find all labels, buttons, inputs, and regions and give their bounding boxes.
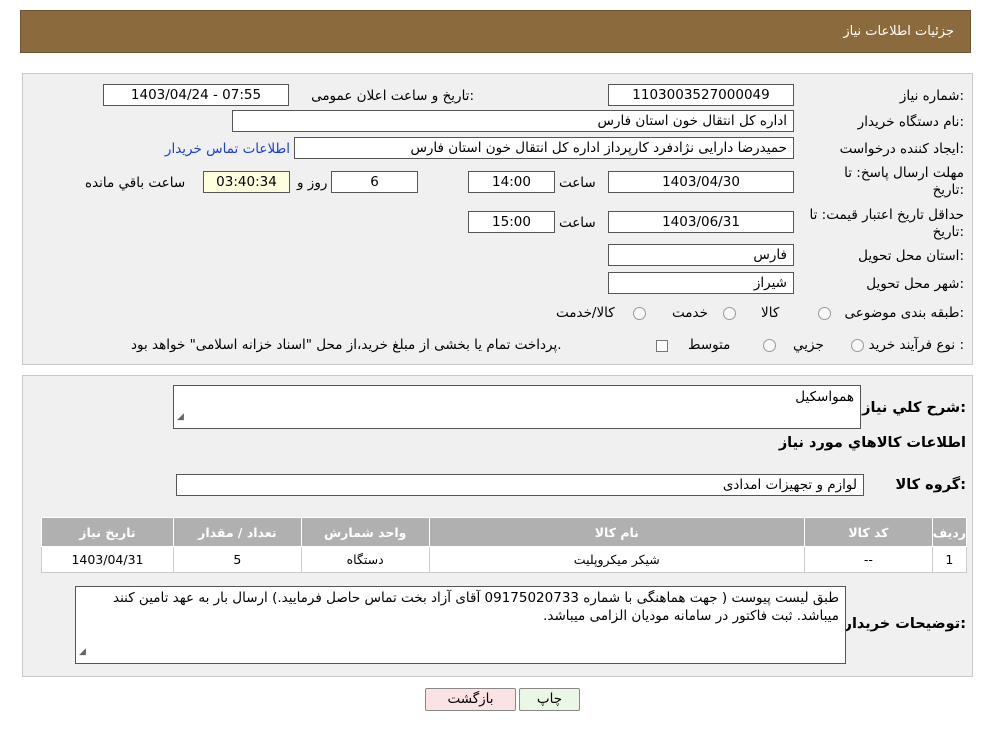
page-header: جزئیات اطلاعات نیاز — [20, 10, 971, 53]
remaining-label: ساعت باقي مانده — [85, 175, 186, 191]
col-code: کد کالا — [804, 517, 933, 547]
deadline-time-field: 14:00 — [468, 171, 555, 193]
col-date: تاریخ نیاز — [41, 517, 174, 547]
category-option-goods: کالا — [761, 305, 780, 321]
summary-field: همواسکیل ◢ — [173, 385, 861, 429]
validity-time-field: 15:00 — [468, 211, 555, 233]
items-table-header: رديف کد کالا نام کالا واحد شمارش تعداد /… — [41, 517, 968, 547]
cell-unit: دستگاه — [300, 546, 430, 573]
announce-field: 1403/04/24 - 07:55 — [103, 84, 289, 106]
cell-name: شیکر میکروپلیت — [428, 546, 806, 573]
deadline-date-field: 1403/04/30 — [608, 171, 794, 193]
buyer-field: اداره کل انتقال خون استان فارس — [232, 110, 794, 132]
announce-label: تاریخ و ساعت اعلان عمومی: — [311, 88, 474, 104]
summary-value: همواسکیل — [795, 389, 854, 405]
group-label: گروه کالا: — [895, 477, 966, 493]
category-option-both: کالا/خدمت — [556, 305, 615, 321]
page-title: جزئیات اطلاعات نیاز — [843, 24, 954, 39]
validity-label: حداقل تاریخ اعتبار قیمت: تا — [809, 207, 964, 223]
need-number-field: 1103003527000049 — [608, 84, 794, 106]
process-note: پرداخت تمام یا بخشی از مبلغ خرید،از محل … — [131, 337, 562, 353]
cell-date: 1403/04/31 — [41, 546, 174, 573]
col-qty: تعداد / مقدار — [172, 517, 302, 547]
category-label: طبقه بندی موضوعی: — [844, 305, 964, 321]
need-details-panel: شرح کلي نياز: همواسکیل ◢ اطلاعات کالاهاي… — [22, 375, 973, 677]
print-button[interactable]: چاپ — [519, 688, 580, 711]
validity-time-label: ساعت — [559, 215, 596, 231]
days-field: 6 — [331, 171, 418, 193]
city-field: شیراز — [608, 272, 794, 294]
province-field: فارس — [608, 244, 794, 266]
process-radio-medium[interactable] — [763, 339, 776, 352]
buyer-notes-field: طبق لیست پیوست ( جهت هماهنگی با شماره 09… — [75, 586, 846, 664]
creator-field: حمیدرضا دارایی نژادفرد کارپرداز اداره کل… — [294, 137, 794, 159]
creator-label: ایجاد کننده درخواست: — [839, 141, 964, 157]
buyer-notes-value: طبق لیست پیوست ( جهت هماهنگی با شماره 09… — [112, 590, 839, 624]
days-label: روز و — [297, 175, 328, 191]
validity-date-field: 1403/06/31 — [608, 211, 794, 233]
category-radio-goods[interactable] — [818, 307, 831, 320]
process-option-minor: جزیي — [793, 337, 824, 353]
items-title: اطلاعات کالاهاي مورد نياز — [778, 435, 966, 451]
col-name: نام کالا — [428, 517, 806, 547]
resize-grip-icon[interactable]: ◢ — [79, 643, 86, 661]
category-option-service: خدمت — [672, 305, 708, 321]
buyer-notes-label: توضیحات خریدار: — [843, 616, 966, 632]
need-info-panel: شماره نیاز: 1103003527000049 تاریخ و ساع… — [22, 73, 973, 365]
cell-code: -- — [804, 546, 933, 573]
col-unit: واحد شمارش — [300, 517, 430, 547]
category-radio-service[interactable] — [723, 307, 736, 320]
resize-grip-icon[interactable]: ◢ — [177, 408, 184, 426]
process-radio-minor[interactable] — [851, 339, 864, 352]
table-row: 1 -- شیکر میکروپلیت دستگاه 5 1403/04/31 — [41, 546, 968, 573]
cell-qty: 5 — [172, 546, 302, 573]
validity-label-2: تاریخ: — [932, 224, 964, 240]
deadline-label-2: تاریخ: — [932, 182, 964, 198]
city-label: شهر محل تحویل: — [866, 276, 964, 292]
items-table: رديف کد کالا نام کالا واحد شمارش تعداد /… — [41, 517, 968, 573]
buyer-label: نام دستگاه خریدار: — [857, 114, 964, 130]
group-field: لوازم و تجهیزات امدادی — [176, 474, 864, 496]
cell-row: 1 — [931, 546, 968, 573]
process-label: نوع فرآیند خرید : — [868, 337, 964, 353]
need-number-label: شماره نیاز: — [899, 88, 964, 104]
summary-label: شرح کلي نياز: — [862, 400, 966, 416]
process-option-medium: متوسط — [688, 337, 731, 353]
treasury-checkbox[interactable] — [656, 340, 668, 352]
province-label: استان محل تحویل: — [858, 248, 964, 264]
remaining-time-field: 03:40:34 — [203, 171, 290, 193]
back-button[interactable]: بازگشت — [425, 688, 516, 711]
col-row: رديف — [931, 517, 968, 547]
buyer-contact-link[interactable]: اطلاعات تماس خریدار — [165, 141, 290, 157]
deadline-label: مهلت ارسال پاسخ: تا — [844, 165, 964, 181]
category-radio-both[interactable] — [633, 307, 646, 320]
deadline-time-label: ساعت — [559, 175, 596, 191]
